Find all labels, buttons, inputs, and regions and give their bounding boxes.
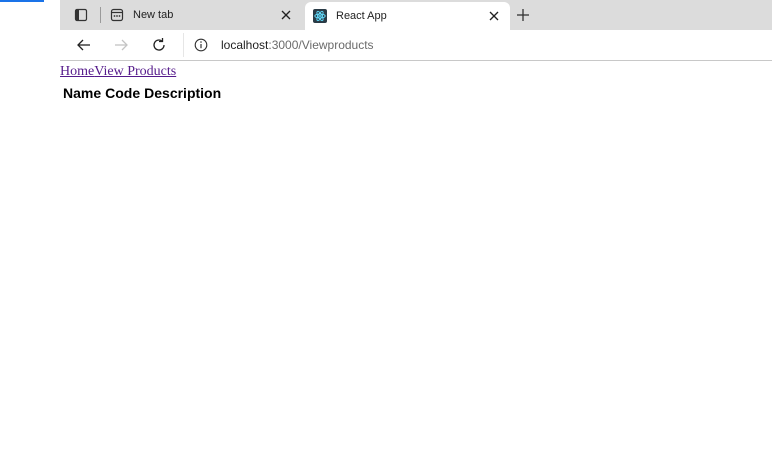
refresh-icon	[153, 38, 165, 51]
reload-button[interactable]	[147, 35, 171, 55]
browser-window: New tab React App localhost:3000/Viewpro…	[60, 0, 772, 460]
back-button[interactable]	[72, 35, 96, 55]
close-tab-button[interactable]	[278, 7, 294, 23]
close-icon	[489, 11, 499, 21]
tab-strip: New tab React App	[60, 0, 772, 30]
tab-react-app[interactable]: React App	[305, 2, 510, 30]
forward-button[interactable]	[109, 35, 133, 55]
address-bar[interactable]: localhost:3000/Viewproducts	[183, 33, 772, 57]
new-tab-button[interactable]	[512, 5, 534, 25]
url-host: localhost	[221, 38, 269, 52]
tab-title: New tab	[133, 9, 174, 21]
products-table-header: Name Code Description	[63, 85, 221, 101]
view-products-link[interactable]: View Products	[94, 64, 176, 79]
url-path: :3000/Viewproducts	[268, 38, 374, 52]
tab-actions-button[interactable]	[66, 5, 96, 25]
column-header-name: Name	[63, 85, 102, 101]
arrow-left-icon	[77, 39, 90, 51]
url-text: localhost:3000/Viewproducts	[221, 38, 374, 52]
arrow-right-icon	[115, 39, 128, 51]
close-icon	[281, 10, 291, 20]
tab-new-tab[interactable]: New tab	[102, 2, 302, 28]
column-header-code: Code	[105, 85, 141, 101]
page-content: HomeView Products Name Code Description	[60, 62, 772, 460]
browser-toolbar: localhost:3000/Viewproducts	[60, 30, 772, 61]
close-tab-button[interactable]	[486, 8, 502, 24]
tab-separator	[100, 7, 101, 23]
home-link[interactable]: Home	[60, 64, 94, 79]
site-info-icon[interactable]	[193, 37, 209, 53]
tab-actions-icon	[74, 8, 88, 22]
page-nav: HomeView Products	[60, 64, 176, 80]
react-logo-icon	[313, 9, 327, 23]
plus-icon	[517, 9, 529, 21]
column-header-description: Description	[144, 85, 222, 101]
new-tab-page-icon	[110, 8, 124, 22]
tab-title: React App	[336, 10, 387, 22]
screen-edge-accent	[0, 0, 44, 2]
